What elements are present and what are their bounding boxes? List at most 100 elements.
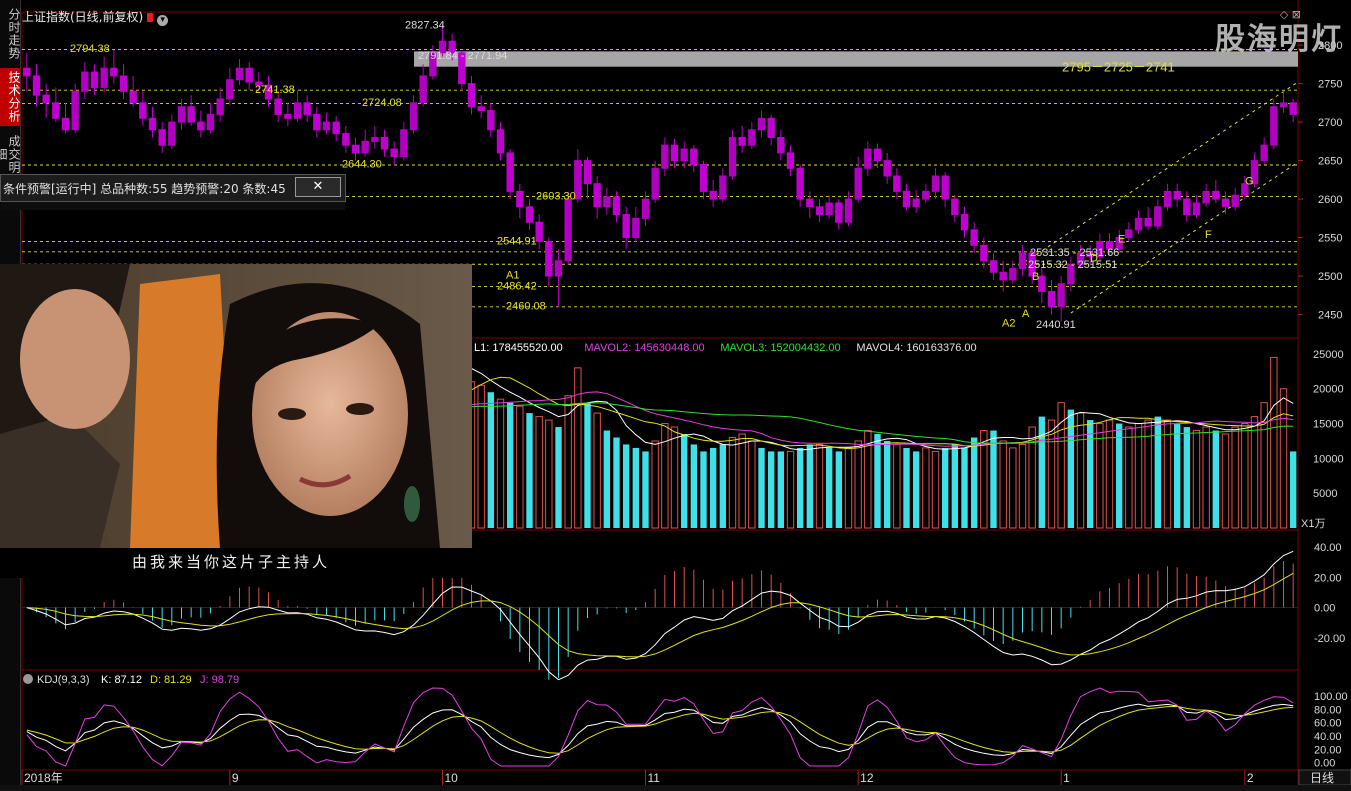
price-annotation: 2724.08 [362, 97, 402, 109]
candle-body [989, 260, 998, 273]
candle-body [786, 152, 795, 169]
price-annotation: 2644.30 [342, 159, 382, 171]
video-subtitle: 由我来当你这片子主持人 [132, 553, 331, 571]
candle-body [52, 102, 60, 119]
candle-body [525, 206, 534, 223]
candle-body [738, 137, 746, 146]
volume-tick-label: 15000 [1313, 419, 1344, 431]
candle-body [303, 102, 311, 115]
kdj-tick-label: 80.00 [1314, 704, 1342, 716]
volume-bar [1212, 430, 1220, 528]
price-tick-label: 2750 [1318, 79, 1342, 91]
candle-body [545, 240, 553, 277]
candle-body [864, 148, 872, 169]
price-annotation: 2531.35 - 2531.66 [1030, 247, 1119, 259]
candle-body [844, 198, 853, 223]
volume-bar [1018, 443, 1027, 529]
candle-body [1057, 283, 1065, 308]
chart-title-bar: 上证指数(日线,前复权) ▾ [22, 8, 169, 26]
candle-body [1183, 198, 1191, 216]
candle-body [941, 175, 949, 200]
volume-bar [690, 444, 698, 528]
volume-tick-label: 20000 [1313, 384, 1344, 396]
kdj-tick-label: 40.00 [1314, 731, 1342, 743]
candle-body [825, 202, 833, 215]
candle-body [728, 137, 737, 177]
candle-body [342, 133, 350, 146]
volume-bar [1241, 423, 1249, 529]
volume-bar [999, 440, 1007, 529]
candle-body [902, 190, 911, 208]
volume-bar [1183, 427, 1191, 528]
volume-bar [893, 443, 901, 529]
close-button[interactable]: ✕ [295, 177, 341, 197]
candle-body [1212, 190, 1220, 200]
bottom-toolbar[interactable] [0, 785, 1351, 791]
candle-body [690, 148, 698, 165]
candle-body [699, 163, 708, 192]
candle-body [806, 198, 814, 208]
alert-panel: 条件预警[运行中] 总品种数:55 趋势预警:20 条数:45 ✕ [0, 174, 346, 210]
volume-bar [815, 443, 824, 529]
chevron-down-icon[interactable]: ▾ [157, 15, 169, 26]
volume-bar [487, 392, 495, 528]
x-axis-label: 9 [232, 771, 239, 785]
volume-legend-item: MAVOL4: 160163376.00 [856, 342, 976, 354]
volume-tick-label: 5000 [1313, 488, 1337, 500]
candle-body [361, 140, 369, 154]
volume-bar [1009, 447, 1017, 529]
candle-body [535, 221, 543, 242]
candle-body [177, 106, 186, 123]
price-annotation: 2544.91 [497, 236, 537, 248]
x-axis-label: 12 [860, 771, 874, 785]
candle-body [1047, 291, 1056, 308]
candle-body [1202, 190, 1210, 204]
price-tick-label: 2500 [1318, 271, 1342, 283]
video-overlay[interactable] [0, 264, 472, 548]
kdj-tick-label: 0.00 [1314, 758, 1335, 770]
volume-bar [796, 447, 804, 528]
candle-body [61, 117, 70, 131]
candle-body [90, 71, 99, 88]
macd-tick-label: 0.00 [1314, 603, 1335, 615]
price-annotation: G [1245, 176, 1254, 188]
volume-bar [951, 444, 959, 528]
candle-body [380, 137, 389, 150]
volume-bar [1154, 416, 1162, 528]
candle-body [767, 117, 775, 138]
candle-body [293, 102, 302, 119]
volume-bar [748, 440, 756, 529]
candle-body [922, 190, 930, 200]
volume-bar [825, 447, 833, 528]
volume-bar [844, 447, 853, 529]
candle-body [322, 121, 331, 131]
candle-body [487, 110, 495, 131]
volume-bar [1289, 451, 1297, 528]
volume-bar [700, 451, 707, 528]
volume-bar [1125, 426, 1133, 529]
candle-body [1173, 190, 1181, 200]
candle-body [960, 214, 969, 231]
volume-legend-item: MAVOL3: 152004432.00 [720, 342, 840, 354]
volume-bar [922, 447, 930, 529]
price-tick-label: 2550 [1318, 233, 1342, 245]
candle-body [226, 79, 234, 100]
volume-bar [970, 437, 978, 528]
candle-body [168, 121, 176, 146]
candle-body [815, 206, 824, 216]
candle-body [1231, 194, 1239, 208]
volume-bar [613, 437, 620, 528]
alert-panel-body [1, 202, 345, 210]
price-annotation: 2486.42 [497, 280, 537, 292]
volume-bar [1047, 419, 1056, 529]
x-axis-label: 11 [648, 771, 661, 785]
price-annotation: A2 [1002, 317, 1015, 329]
price-tick-label: 2450 [1318, 310, 1342, 322]
candle-body [1134, 217, 1143, 231]
volume-bar [941, 447, 949, 528]
macd-tick-label: -20.00 [1314, 633, 1345, 645]
candle-body [709, 190, 717, 200]
candle-body [796, 167, 804, 200]
volume-bar [758, 447, 765, 528]
kdj-d-value: D: 81.29 [150, 674, 192, 686]
